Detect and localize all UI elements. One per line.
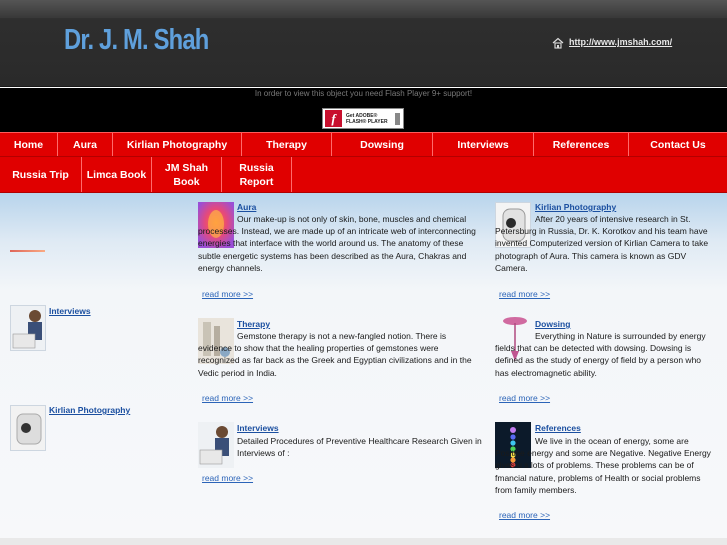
article-text-aura: Our make-up is not only of skin, bone, m… bbox=[198, 214, 476, 273]
footer-strip bbox=[0, 538, 727, 545]
article-title-dowsing[interactable]: Dowsing bbox=[535, 319, 570, 329]
sidebar-kirlian-thumbnail[interactable] bbox=[10, 405, 46, 451]
flash-player-icon: f bbox=[325, 110, 342, 127]
article-title-aura[interactable]: Aura bbox=[237, 202, 256, 212]
nav-item-dowsing[interactable]: Dowsing bbox=[332, 133, 433, 156]
article-title-references[interactable]: References bbox=[535, 423, 581, 433]
home-icon[interactable] bbox=[552, 37, 564, 49]
read-more-kirlian-photography[interactable]: read more >> bbox=[499, 289, 550, 299]
header-shine bbox=[0, 0, 727, 18]
article-text-interviews: Detailed Procedures of Preventive Health… bbox=[237, 436, 482, 459]
read-more-dowsing[interactable]: read more >> bbox=[499, 393, 550, 403]
main-nav-row1: Home Aura Kirlian Photography Therapy Do… bbox=[0, 132, 727, 157]
article-text-dowsing: Everything in Nature is surrounded by en… bbox=[495, 331, 706, 378]
get-flash-player-button[interactable]: f Get ADOBE® FLASH® PLAYER bbox=[322, 108, 404, 129]
header-site-link[interactable]: http://www.jmshah.com/ bbox=[569, 37, 672, 47]
nav-item-russia-trip[interactable]: Russia Trip bbox=[0, 157, 82, 192]
article-text-kirlian-photography: After 20 years of intensive research in … bbox=[495, 214, 709, 273]
sidebar-interviews-thumbnail[interactable] bbox=[10, 305, 46, 351]
flash-badge-text: Get ADOBE® FLASH® PLAYER bbox=[346, 113, 388, 125]
flash-badge-line2: FLASH® PLAYER bbox=[346, 118, 388, 125]
article-text-references: We live in the ocean of energy, some are… bbox=[495, 436, 711, 495]
main-content: Interviews Kirlian Photography Aura Our … bbox=[0, 193, 727, 538]
site-header: Dr. J. M. Shah http://www.jmshah.com/ bbox=[0, 0, 727, 87]
sidebar-link-interviews[interactable]: Interviews bbox=[49, 306, 91, 316]
interviews-thumbnail[interactable] bbox=[198, 422, 234, 468]
main-nav-row2: Russia Trip Limca Book JM Shah Book Russ… bbox=[0, 157, 727, 193]
nav-item-contact-us[interactable]: Contact Us bbox=[629, 133, 727, 156]
article-text-therapy: Gemstone therapy is not a new-fangled no… bbox=[198, 331, 472, 378]
download-icon bbox=[395, 113, 400, 125]
nav-item-russia-report[interactable]: Russia Report bbox=[222, 157, 292, 192]
decorative-line bbox=[10, 250, 45, 252]
site-logo[interactable]: Dr. J. M. Shah bbox=[64, 24, 209, 57]
article-title-interviews[interactable]: Interviews bbox=[237, 423, 279, 433]
nav-item-limca-book[interactable]: Limca Book bbox=[82, 157, 152, 192]
nav-item-references[interactable]: References bbox=[534, 133, 629, 156]
nav-item-jm-shah-book[interactable]: JM Shah Book bbox=[152, 157, 222, 192]
flash-message: In order to view this object you need Fl… bbox=[254, 89, 473, 98]
sidebar-link-kirlian-photography[interactable]: Kirlian Photography bbox=[49, 405, 130, 415]
nav-item-home[interactable]: Home bbox=[0, 133, 58, 156]
kirlian-camera-image bbox=[11, 406, 45, 450]
read-more-references[interactable]: read more >> bbox=[499, 510, 550, 520]
nav-item-interviews[interactable]: Interviews bbox=[433, 133, 534, 156]
read-more-interviews[interactable]: read more >> bbox=[202, 473, 253, 483]
nav-item-kirlian-photography[interactable]: Kirlian Photography bbox=[113, 133, 242, 156]
article-title-kirlian-photography[interactable]: Kirlian Photography bbox=[535, 202, 616, 212]
article-title-therapy[interactable]: Therapy bbox=[237, 319, 270, 329]
nav-item-therapy[interactable]: Therapy bbox=[242, 133, 332, 156]
nav-item-aura[interactable]: Aura bbox=[58, 133, 113, 156]
read-more-aura[interactable]: read more >> bbox=[202, 289, 253, 299]
read-more-therapy[interactable]: read more >> bbox=[202, 393, 253, 403]
page: Dr. J. M. Shah http://www.jmshah.com/ In… bbox=[0, 0, 727, 545]
interviews-person-image bbox=[198, 422, 234, 468]
flash-banner: In order to view this object you need Fl… bbox=[0, 88, 727, 132]
interviews-person-image bbox=[11, 306, 45, 350]
